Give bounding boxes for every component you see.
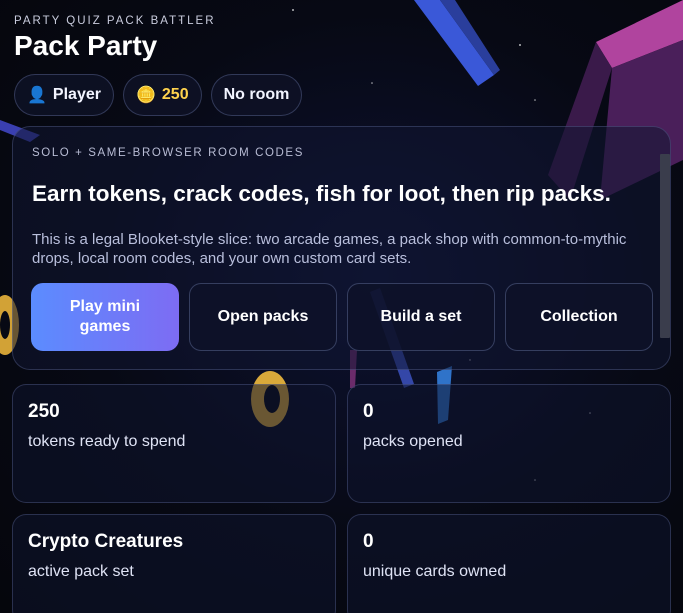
stat-value: Crypto Creatures	[28, 531, 184, 552]
play-mini-games-button[interactable]: Play mini games	[31, 283, 179, 351]
build-a-set-button[interactable]: Build a set	[347, 283, 495, 351]
room-chip[interactable]: No room	[210, 74, 303, 116]
status-chips: 👤 Player 🪙 250 No room	[14, 74, 303, 116]
coin-icon: 🪙	[135, 87, 156, 104]
player-name: Player	[52, 86, 101, 103]
hero-scrollbar[interactable]	[660, 154, 670, 338]
token-count: 250	[161, 86, 189, 103]
app-stage: PARTY QUIZ PACK BATTLER Pack Party 👤 Pla…	[0, 0, 683, 613]
stat-card-packs-opened: 0 packs opened	[347, 384, 671, 503]
open-packs-button[interactable]: Open packs	[189, 283, 337, 351]
stat-card-active-set: Crypto Creatures active pack set	[12, 514, 336, 613]
tokens-chip: 🪙 250	[122, 74, 202, 116]
stat-label: active pack set	[28, 563, 134, 580]
stat-card-unique-cards: 0 unique cards owned	[347, 514, 671, 613]
hero-actions: Play mini games Open packs Build a set C…	[31, 283, 653, 351]
stat-value: 0	[363, 401, 374, 422]
hero-headline: Earn tokens, crack codes, fish for loot,…	[32, 181, 611, 206]
stat-value: 0	[363, 531, 374, 552]
hero-kicker: SOLO + SAME-BROWSER ROOM CODES	[32, 147, 304, 159]
app-eyebrow: PARTY QUIZ PACK BATTLER	[14, 15, 216, 27]
stat-value: 250	[28, 401, 60, 422]
room-status: No room	[223, 86, 290, 103]
stat-label: tokens ready to spend	[28, 433, 186, 450]
stat-card-tokens: 250 tokens ready to spend	[12, 384, 336, 503]
app-title: Pack Party	[14, 30, 158, 61]
collection-button[interactable]: Collection	[505, 283, 653, 351]
stat-label: packs opened	[363, 433, 463, 450]
user-icon: 👤	[27, 87, 47, 104]
player-chip[interactable]: 👤 Player	[14, 74, 114, 116]
hero-description: This is a legal Blooket-style slice: two…	[32, 231, 627, 267]
stat-label: unique cards owned	[363, 563, 507, 580]
